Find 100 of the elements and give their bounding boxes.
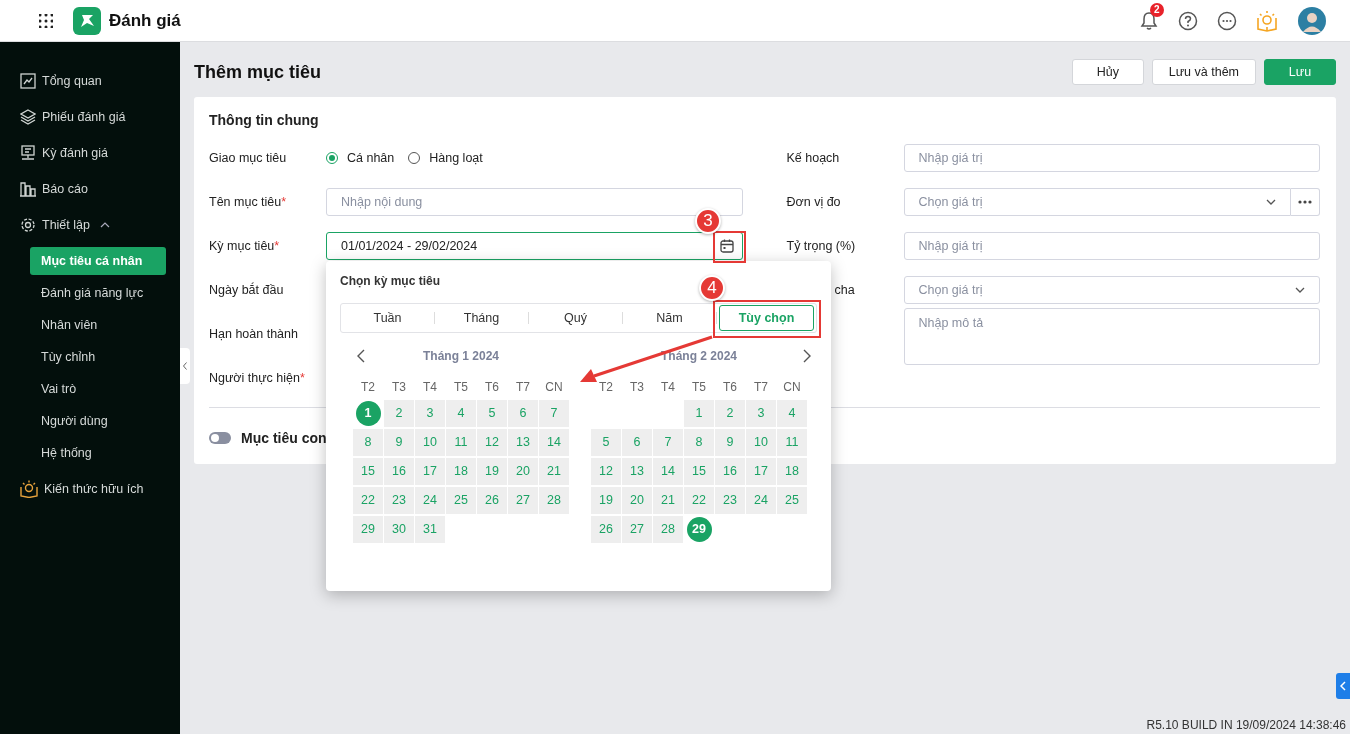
calendar-day[interactable]: 30 bbox=[384, 516, 414, 543]
calendar-day[interactable]: 29 bbox=[353, 516, 383, 543]
calendar-day[interactable]: 13 bbox=[622, 458, 652, 485]
calendar-day[interactable]: 3 bbox=[746, 400, 776, 427]
sidebar-item[interactable]: Tổng quan bbox=[0, 63, 180, 99]
text-input[interactable]: Nhập giá trị bbox=[903, 144, 1320, 172]
calendar-day[interactable]: 1 bbox=[355, 401, 381, 426]
sidebar-item[interactable]: Thiết lập bbox=[0, 207, 180, 243]
sidebar-item[interactable]: Phiếu đánh giá bbox=[0, 99, 180, 135]
calendar-day[interactable]: 29 bbox=[686, 517, 712, 542]
calendar-day[interactable]: 19 bbox=[477, 458, 507, 485]
calendar-day[interactable]: 14 bbox=[539, 429, 569, 456]
calendar-day[interactable]: 28 bbox=[653, 516, 683, 543]
radio-option[interactable]: Cá nhân bbox=[326, 151, 395, 165]
sidebar-item[interactable]: Kiến thức hữu ích bbox=[0, 471, 180, 507]
period-tab[interactable]: Quý bbox=[529, 304, 622, 332]
calendar-day[interactable]: 27 bbox=[508, 487, 538, 514]
date-range-field[interactable]: 01/01/2024 - 29/02/2024 bbox=[326, 232, 743, 260]
sidebar-subitem[interactable]: Nhân viên bbox=[30, 311, 166, 339]
calendar-day[interactable]: 18 bbox=[446, 458, 476, 485]
save-button[interactable]: Lưu bbox=[1264, 59, 1336, 85]
sidebar-subitem[interactable]: Hệ thống bbox=[30, 439, 166, 467]
calendar-day[interactable]: 7 bbox=[653, 429, 683, 456]
calendar-day[interactable]: 21 bbox=[653, 487, 683, 514]
calendar-day[interactable]: 12 bbox=[591, 458, 621, 485]
calendar-day[interactable]: 9 bbox=[384, 429, 414, 456]
calendar-day[interactable]: 8 bbox=[353, 429, 383, 456]
calendar-day[interactable]: 4 bbox=[446, 400, 476, 427]
calendar-day[interactable]: 10 bbox=[746, 429, 776, 456]
action-button[interactable]: Hủy bbox=[1071, 59, 1144, 85]
calendar-day[interactable]: 23 bbox=[715, 487, 745, 514]
sidebar-subitem[interactable]: Mục tiêu cá nhân bbox=[30, 247, 166, 275]
action-button[interactable]: Lưu và thêm bbox=[1151, 59, 1256, 85]
calendar-day[interactable]: 16 bbox=[715, 458, 745, 485]
calendar-day[interactable]: 17 bbox=[415, 458, 445, 485]
calendar-day[interactable]: 6 bbox=[622, 429, 652, 456]
calendar-day[interactable]: 22 bbox=[353, 487, 383, 514]
sidebar-item[interactable]: Báo cáo bbox=[0, 171, 180, 207]
calendar-icon[interactable] bbox=[719, 239, 734, 253]
avatar-silhouette[interactable] bbox=[1298, 6, 1326, 35]
sidebar-subitem[interactable]: Tùy chỉnh bbox=[30, 343, 166, 371]
help-icon[interactable] bbox=[1178, 10, 1198, 31]
sidebar-subitem[interactable]: Đánh giá năng lực bbox=[30, 279, 166, 307]
calendar-day[interactable]: 22 bbox=[684, 487, 714, 514]
calendar-day[interactable]: 19 bbox=[591, 487, 621, 514]
calendar-day[interactable]: 2 bbox=[715, 400, 745, 427]
calendar-day[interactable]: 25 bbox=[777, 487, 807, 514]
calendar-day[interactable]: 12 bbox=[477, 429, 507, 456]
sidebar-subitem[interactable]: Người dùng bbox=[30, 407, 166, 435]
previous-month-icon[interactable] bbox=[357, 349, 365, 363]
calendar-day[interactable]: 9 bbox=[715, 429, 745, 456]
next-month-icon[interactable] bbox=[803, 349, 811, 363]
description-textarea[interactable]: Nhập mô tả bbox=[903, 308, 1320, 365]
calendar-day[interactable]: 17 bbox=[746, 458, 776, 485]
calendar-day[interactable]: 10 bbox=[415, 429, 445, 456]
calendar-day[interactable]: 26 bbox=[591, 516, 621, 543]
period-tab[interactable]: Tháng bbox=[435, 304, 528, 332]
field-label: Người thực hiện* bbox=[209, 371, 306, 385]
calendar-day[interactable]: 27 bbox=[622, 516, 652, 543]
app-grid-icon[interactable] bbox=[39, 13, 53, 28]
calendar-day[interactable]: 4 bbox=[777, 400, 807, 427]
period-tab[interactable]: Năm bbox=[623, 304, 716, 332]
radio-option[interactable]: Hàng loạt bbox=[408, 151, 483, 165]
calendar-day[interactable]: 6 bbox=[508, 400, 538, 427]
calendar-day[interactable]: 8 bbox=[684, 429, 714, 456]
calendar-day[interactable]: 1 bbox=[684, 400, 714, 427]
calendar-day[interactable]: 3 bbox=[415, 400, 445, 427]
calendar-day[interactable]: 20 bbox=[508, 458, 538, 485]
calendar-day[interactable]: 24 bbox=[746, 487, 776, 514]
calendar-day[interactable]: 15 bbox=[353, 458, 383, 485]
calendar-day[interactable]: 20 bbox=[622, 487, 652, 514]
toggle-switch[interactable] bbox=[209, 432, 231, 444]
sidebar-item[interactable]: Kỳ đánh giá bbox=[0, 135, 180, 171]
select-field[interactable]: Chọn giá trị bbox=[903, 276, 1320, 304]
calendar-day[interactable]: 23 bbox=[384, 487, 414, 514]
calendar-day[interactable]: 2 bbox=[384, 400, 414, 427]
calendar-day[interactable]: 18 bbox=[777, 458, 807, 485]
sidebar-subitem[interactable]: Vai trò bbox=[30, 375, 166, 403]
calendar-day[interactable]: 5 bbox=[591, 429, 621, 456]
calendar-day[interactable]: 16 bbox=[384, 458, 414, 485]
calendar-day[interactable]: 5 bbox=[477, 400, 507, 427]
calendar-day[interactable]: 11 bbox=[777, 429, 807, 456]
expand-panel-button[interactable] bbox=[1336, 673, 1350, 699]
calendar-day[interactable]: 15 bbox=[684, 458, 714, 485]
period-tab[interactable]: Tuần bbox=[341, 304, 434, 332]
field-label: Tỷ trọng (%) bbox=[786, 239, 857, 253]
calendar-day[interactable]: 14 bbox=[653, 458, 683, 485]
period-tab[interactable]: Tùy chọn bbox=[719, 305, 814, 331]
more-options-icon[interactable] bbox=[1217, 10, 1237, 31]
calendar-day[interactable]: 21 bbox=[539, 458, 569, 485]
calendar-day[interactable]: 24 bbox=[415, 487, 445, 514]
calendar-day[interactable]: 11 bbox=[446, 429, 476, 456]
calendar-day[interactable]: 26 bbox=[477, 487, 507, 514]
calendar-day[interactable]: 7 bbox=[539, 400, 569, 427]
calendar-day[interactable]: 31 bbox=[415, 516, 445, 543]
calendar-day[interactable]: 25 bbox=[446, 487, 476, 514]
calendar-day[interactable]: 28 bbox=[539, 487, 569, 514]
select-field[interactable]: Chọn giá trị bbox=[903, 188, 1291, 216]
calendar-day[interactable]: 13 bbox=[508, 429, 538, 456]
text-input[interactable]: Nhập giá trị bbox=[903, 232, 1320, 260]
